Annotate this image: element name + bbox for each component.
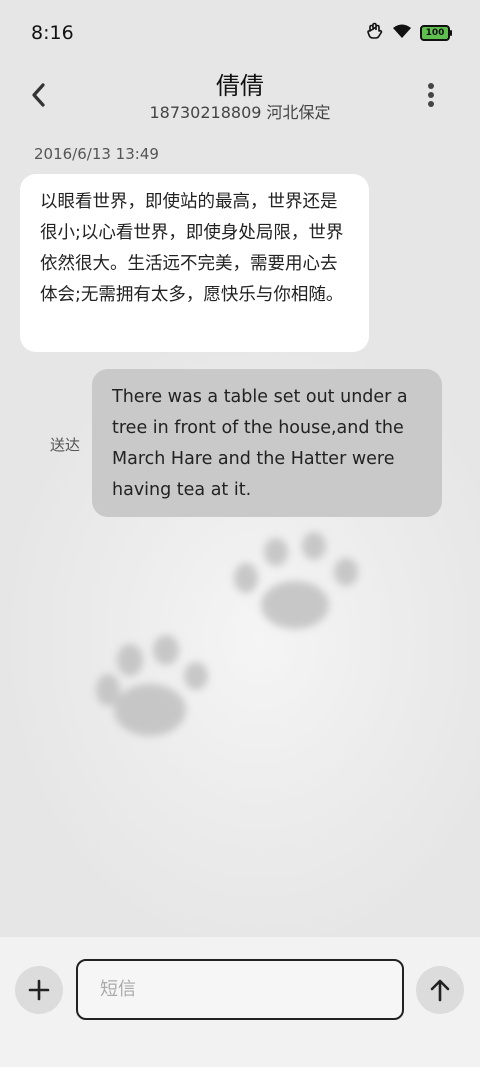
status-bar: 8:16 100 — [0, 0, 480, 66]
more-vertical-icon — [428, 83, 434, 107]
composer-bar — [0, 937, 480, 1067]
status-time: 8:16 — [31, 22, 74, 44]
status-icons: 100 — [366, 22, 452, 44]
outgoing-message-bubble[interactable]: There was a table set out under a tree i… — [92, 369, 442, 517]
hand-gesture-icon — [366, 22, 384, 44]
contact-name: 倩倩 — [216, 72, 264, 100]
send-button[interactable] — [416, 966, 464, 1014]
contact-detail: 18730218809 河北保定 — [149, 103, 331, 122]
message-timestamp: 2016/6/13 13:49 — [34, 145, 159, 163]
arrow-up-icon — [430, 979, 450, 1002]
delivery-status: 送达 — [50, 436, 81, 454]
incoming-message-text: 以眼看世界，即使站的最高，世界还是很小;以心看世界，即使身处局限，世界依然很大。… — [40, 192, 344, 305]
battery-icon: 100 — [420, 25, 452, 41]
outgoing-message-text: There was a table set out under a tree i… — [112, 387, 408, 500]
add-attachment-button[interactable] — [15, 966, 63, 1014]
incoming-message-bubble[interactable]: 以眼看世界，即使站的最高，世界还是很小;以心看世界，即使身处局限，世界依然很大。… — [20, 174, 369, 352]
wifi-icon — [392, 23, 412, 43]
messaging-screen: 8:16 100 倩倩 18730218809 河北保定 2016/6/13 1… — [0, 0, 480, 1067]
plus-icon — [28, 979, 50, 1001]
paw-prints-wallpaper — [96, 532, 358, 736]
more-options-button[interactable] — [414, 78, 448, 112]
message-input[interactable] — [76, 959, 404, 1020]
conversation-header: 倩倩 18730218809 河北保定 — [0, 66, 480, 136]
battery-level: 100 — [425, 27, 445, 38]
